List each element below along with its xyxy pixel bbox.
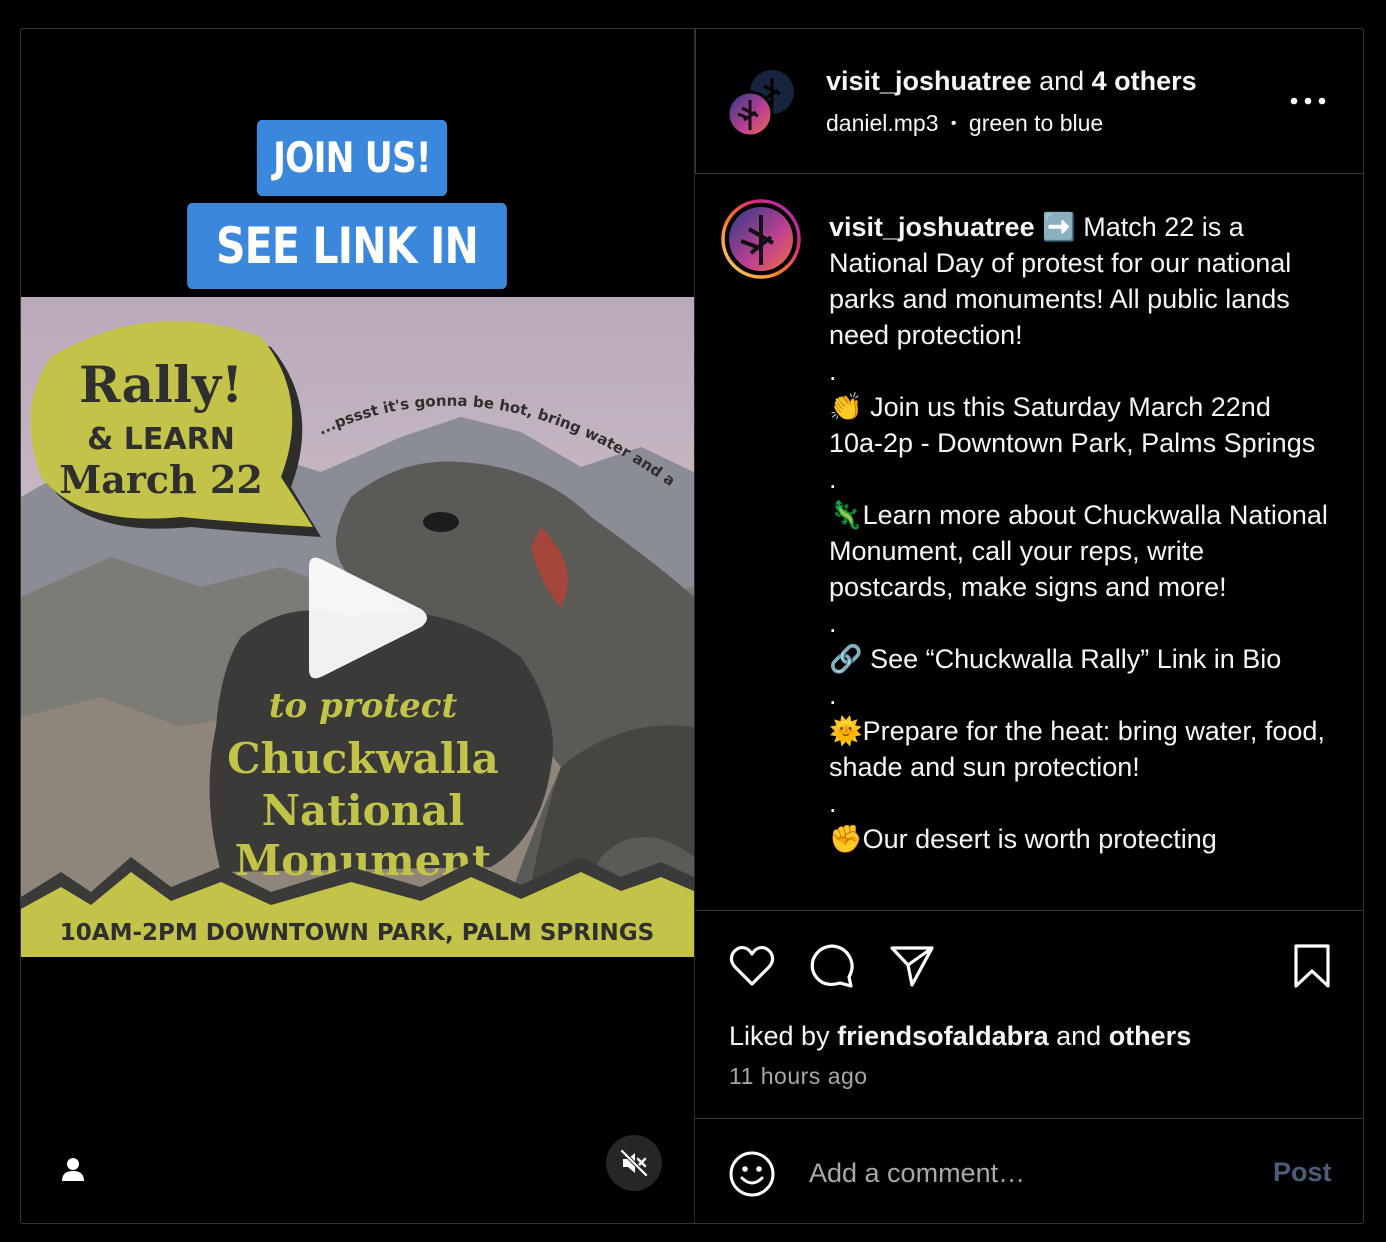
caption-dot-5: . [829, 788, 837, 818]
likes-mid: and [1048, 1021, 1109, 1051]
header-title: visit_joshuatree and 4 others [826, 66, 1197, 97]
comment-bar: Post [695, 1118, 1363, 1223]
play-icon [309, 557, 427, 679]
tagged-user-button[interactable] [59, 1155, 87, 1183]
likes-others[interactable]: others [1109, 1021, 1192, 1051]
caption-p4: 🔗 See “Chuckwalla Rally” Link in Bio [829, 644, 1282, 674]
like-button[interactable] [727, 941, 777, 991]
post-comment-button[interactable]: Post [1273, 1157, 1332, 1188]
header-username[interactable]: visit_joshuatree [826, 66, 1032, 96]
post-dialog: JOIN US! SEE LINK IN BIO [20, 28, 1364, 1224]
poster-footer: 10AM-2PM DOWNTOWN PARK, PALM SPRINGS [60, 920, 654, 946]
audio-name[interactable]: daniel.mp3 [826, 110, 939, 136]
caption-username[interactable]: visit_joshuatree [829, 212, 1035, 242]
audio-name-2[interactable]: green to blue [969, 110, 1103, 136]
share-button[interactable] [887, 941, 937, 991]
post-side-panel: visit_joshuatree and 4 others daniel.mp3… [694, 29, 1363, 1223]
reel-media[interactable]: JOIN US! SEE LINK IN BIO [21, 29, 694, 1223]
poster-sub1: & LEARN [87, 422, 235, 457]
caption-dot-3: . [829, 608, 837, 638]
smiley-icon [729, 1151, 775, 1197]
caption-p6: ✊Our desert is worth protecting [829, 824, 1217, 854]
person-icon [62, 1158, 84, 1181]
post-actions: Liked by friendsofaldabra and others 11 … [695, 910, 1363, 1120]
poster-protect-3: National [262, 786, 465, 835]
caption-dot-4: . [829, 680, 837, 710]
caption-p5: 🌞Prepare for the heat: bring water, food… [829, 716, 1325, 782]
caption-dot-2: . [829, 464, 837, 494]
poster-protect-2: Chuckwalla [227, 734, 499, 783]
audio-info: daniel.mp3 • green to blue [826, 110, 1103, 137]
overlay-see-link: SEE LINK IN BIO [187, 203, 507, 361]
author-avatar[interactable] [726, 68, 796, 138]
bookmark-icon [1294, 944, 1330, 988]
caption-text: visit_joshuatree ➡️ Match 22 is a Nation… [829, 209, 1329, 857]
comment-bubble-icon [810, 944, 854, 988]
comment-button[interactable] [807, 941, 857, 991]
poster-protect-1: to protect [269, 686, 458, 726]
caption-p2: 👏 Join us this Saturday March 22nd 10a-2… [829, 392, 1316, 458]
overlay-join-us: JOIN US! [256, 120, 448, 196]
post-timestamp[interactable]: 11 hours ago [729, 1063, 868, 1090]
speaker-muted-icon [620, 1149, 648, 1177]
comment-input[interactable] [809, 1153, 1239, 1193]
more-horizontal-icon [1290, 97, 1326, 105]
caption-dot-1: . [829, 356, 837, 386]
poster-sub2: March 22 [59, 457, 263, 502]
more-options-button[interactable] [1288, 94, 1328, 108]
header-and: and [1031, 66, 1092, 96]
likes-summary: Liked by friendsofaldabra and others [729, 1021, 1191, 1052]
poster-headline: Rally! [79, 355, 243, 414]
post-header: visit_joshuatree and 4 others daniel.mp3… [695, 29, 1363, 174]
audio-separator: • [950, 115, 957, 132]
save-button[interactable] [1287, 941, 1337, 991]
likes-user[interactable]: friendsofaldabra [837, 1021, 1049, 1051]
likes-prefix: Liked by [729, 1021, 838, 1051]
emoji-button[interactable] [727, 1149, 777, 1199]
caption-p3: 🦎Learn more about Chuckwalla National Mo… [829, 500, 1328, 602]
caption-avatar[interactable] [721, 199, 801, 279]
heart-icon [729, 945, 775, 986]
audio-mute-button[interactable] [606, 1135, 662, 1191]
caption-section: visit_joshuatree ➡️ Match 22 is a Nation… [695, 175, 1363, 910]
play-button[interactable] [301, 553, 431, 683]
paper-plane-icon [890, 946, 934, 987]
header-others[interactable]: 4 others [1092, 66, 1197, 96]
